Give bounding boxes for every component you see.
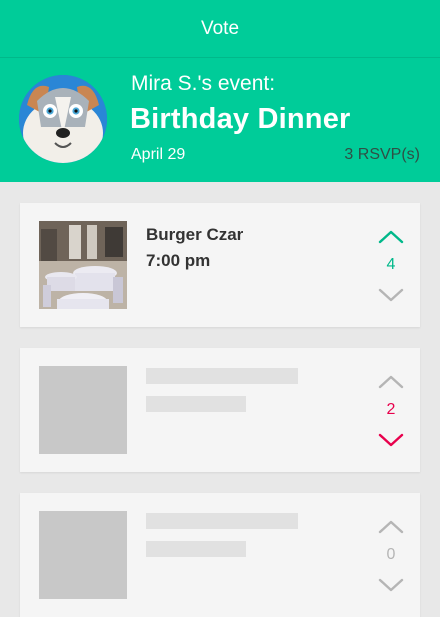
downvote-chevron-down-icon[interactable] <box>378 432 404 448</box>
venue-card[interactable]: Burger Czar 7:00 pm 4 <box>20 203 420 327</box>
venue-photo <box>39 221 127 309</box>
venue-card[interactable]: 0 <box>20 493 420 617</box>
venue-photo-placeholder <box>39 511 127 599</box>
host-avatar <box>19 75 107 163</box>
page-title: Vote <box>200 17 240 39</box>
event-date: April 29 <box>131 146 186 163</box>
dog-photo-icon <box>19 75 107 163</box>
upvote-chevron-up-icon[interactable] <box>378 519 404 535</box>
venue-time: 7:00 pm <box>146 251 211 270</box>
restaurant-photo-icon <box>39 221 127 309</box>
upvote-chevron-up-icon[interactable] <box>378 229 404 245</box>
upvote-chevron-up-icon[interactable] <box>378 374 404 390</box>
rsvp-count[interactable]: 3 RSVP(s) <box>344 146 420 164</box>
venue-card[interactable]: 2 <box>20 348 420 472</box>
vote-count: 2 <box>386 401 396 418</box>
venue-name-placeholder <box>146 368 298 384</box>
top-bar: Vote <box>0 0 440 58</box>
vote-controls: 0 <box>375 493 407 617</box>
vote-count: 0 <box>386 546 396 563</box>
vote-controls: 4 <box>375 203 407 327</box>
venue-name-placeholder <box>146 513 298 529</box>
downvote-chevron-down-icon[interactable] <box>378 287 404 303</box>
event-header: Mira S.'s event: Birthday Dinner April 2… <box>0 58 440 182</box>
venue-name: Burger Czar <box>146 225 244 244</box>
vote-count: 4 <box>386 256 396 273</box>
event-host-line: Mira S.'s event: <box>131 72 276 95</box>
vote-controls: 2 <box>375 348 407 472</box>
venue-time-placeholder <box>146 541 246 557</box>
venue-time-placeholder <box>146 396 246 412</box>
event-title: Birthday Dinner <box>130 103 351 135</box>
venue-photo-placeholder <box>39 366 127 454</box>
